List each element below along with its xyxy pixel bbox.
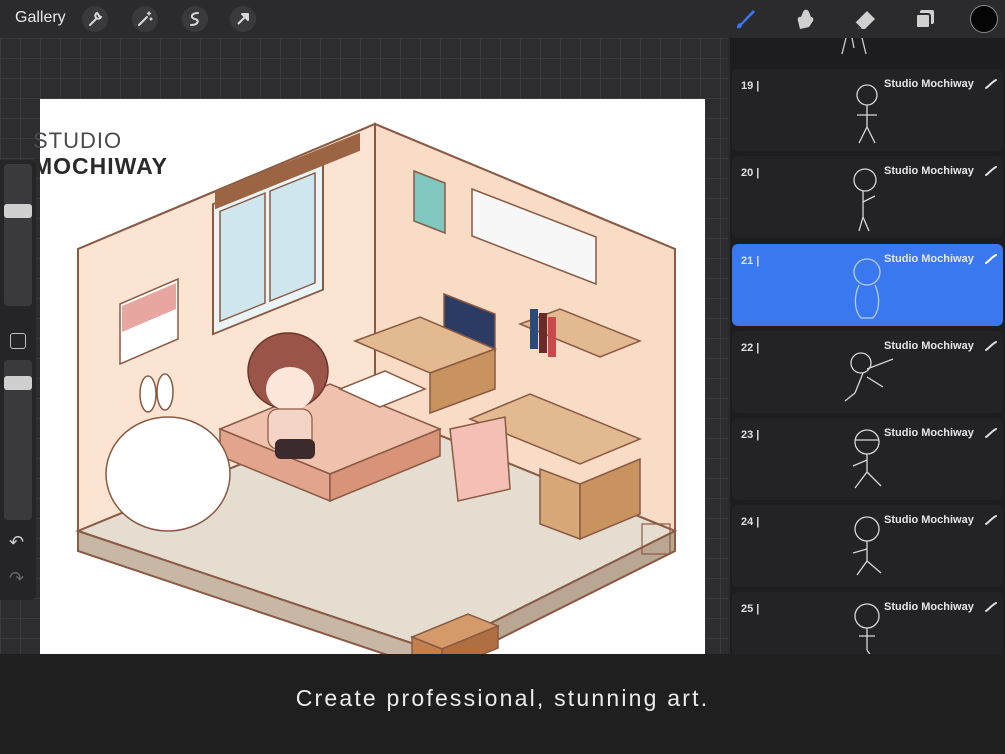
panel-divider (728, 38, 730, 654)
gallery-button[interactable]: Gallery (15, 9, 66, 27)
layer-row[interactable]: 23 | Studio Mochiway (732, 418, 1003, 500)
layer-number: 19 | (741, 80, 760, 92)
layer-name: Studio Mochiway (884, 165, 974, 177)
transform-arrow-icon[interactable] (230, 6, 256, 32)
blend-mode-icon[interactable] (984, 164, 998, 178)
canvas-workspace[interactable]: STUDIO MOCHIWAY (0, 38, 728, 692)
blend-mode-icon[interactable] (984, 77, 998, 91)
blend-mode-icon[interactable] (984, 252, 998, 266)
layer-number: 24 | (741, 516, 760, 528)
layer-row[interactable]: 25 | Studio Mochiway (732, 592, 1003, 654)
selection-icon[interactable] (182, 6, 208, 32)
undo-icon[interactable]: ↶ (9, 532, 24, 553)
left-sidebar: ↶ ↷ (0, 160, 36, 600)
layer-name: Studio Mochiway (884, 514, 974, 526)
watermark-line-1: STUDIO (33, 128, 123, 153)
eraser-icon[interactable] (851, 5, 879, 33)
studio-watermark: STUDIO MOCHIWAY (33, 130, 168, 178)
layer-number: 21 | (741, 255, 760, 267)
promo-caption: Create professional, stunning art. (0, 654, 1005, 754)
magic-wand-icon[interactable] (132, 6, 158, 32)
color-swatch[interactable] (970, 5, 998, 33)
modify-button[interactable] (10, 333, 26, 349)
layer-number: 23 | (741, 429, 760, 441)
layer-name: Studio Mochiway (884, 78, 974, 90)
layer-number: 22 | (741, 342, 760, 354)
layer-row[interactable]: 22 | Studio Mochiway (732, 331, 1003, 413)
layer-row[interactable]: 20 | Studio Mochiway (732, 156, 1003, 238)
blend-mode-icon[interactable] (984, 339, 998, 353)
brush-size-slider[interactable] (4, 164, 32, 306)
blend-mode-icon[interactable] (984, 600, 998, 614)
layer-row[interactable]: 19 | Studio Mochiway (732, 69, 1003, 151)
blend-mode-icon[interactable] (984, 426, 998, 440)
layer-thumbnail (841, 38, 867, 55)
layer-row-active[interactable]: 21 | Studio Mochiway (732, 244, 1003, 326)
layer-row[interactable]: 24 | Studio Mochiway (732, 505, 1003, 587)
layer-name: Studio Mochiway (884, 253, 974, 265)
layers-icon[interactable] (911, 5, 939, 33)
layer-name: Studio Mochiway (884, 601, 974, 613)
watermark-line-2: MOCHIWAY (33, 153, 168, 179)
wrench-icon[interactable] (82, 6, 108, 32)
layer-number: 25 | (741, 603, 760, 615)
top-toolbar: Gallery (0, 0, 1005, 38)
opacity-slider[interactable] (4, 360, 32, 520)
blend-mode-icon[interactable] (984, 513, 998, 527)
opacity-thumb[interactable] (4, 376, 32, 390)
brush-size-thumb[interactable] (4, 204, 32, 218)
artwork-canvas[interactable] (40, 99, 705, 692)
smudge-icon[interactable] (791, 5, 819, 33)
isometric-room-illustration (75, 122, 678, 673)
layers-panel: 19 | Studio Mochiway 20 | Studio Mochiwa… (728, 38, 1005, 654)
layer-number: 20 | (741, 167, 760, 179)
redo-icon[interactable]: ↷ (9, 568, 24, 589)
brush-icon[interactable] (731, 5, 759, 33)
layer-name: Studio Mochiway (884, 427, 974, 439)
layer-name: Studio Mochiway (884, 340, 974, 352)
